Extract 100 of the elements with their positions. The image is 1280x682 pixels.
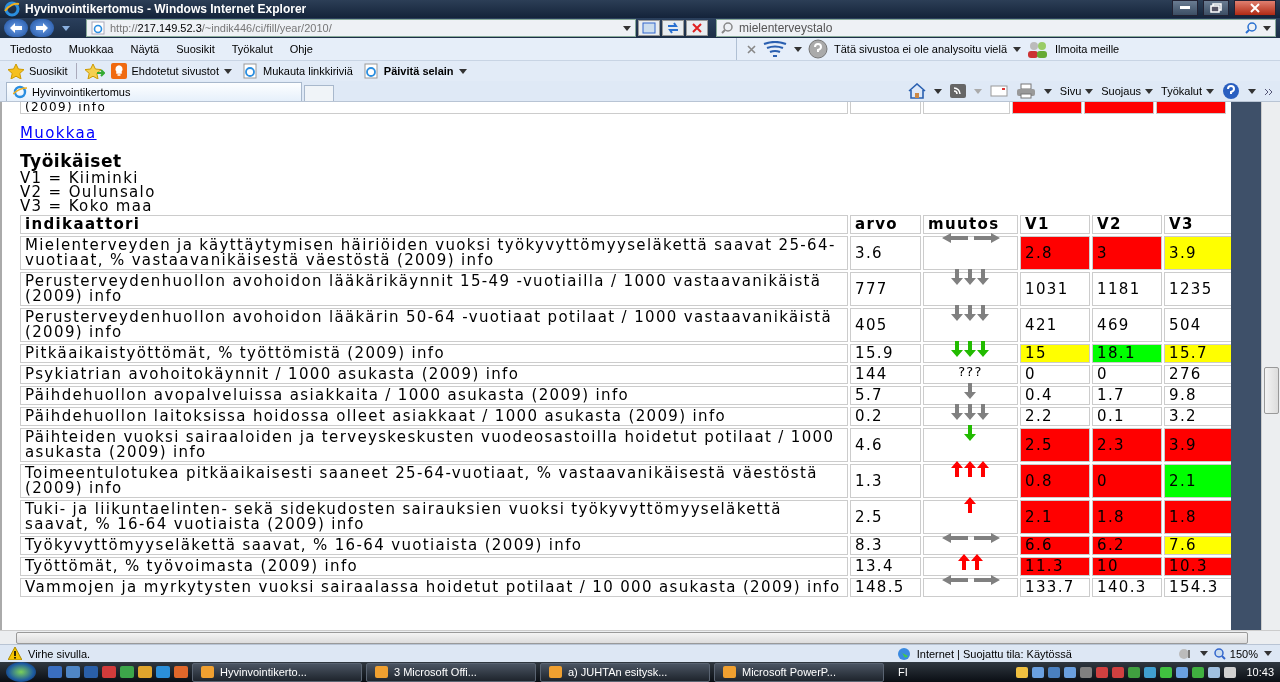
minimize-icon <box>1180 6 1190 10</box>
tray-icon[interactable] <box>1128 666 1141 678</box>
table-cell: 1181 <box>1092 272 1162 306</box>
scroll-thumb[interactable] <box>1264 367 1279 414</box>
table-cell: 15.9 <box>850 344 921 363</box>
table-cell: 7.6 <box>1164 536 1232 555</box>
help-icon[interactable] <box>1222 82 1240 100</box>
mail-icon[interactable] <box>989 85 1008 97</box>
caret-icon[interactable] <box>1263 25 1271 31</box>
wifi-shield-icon[interactable] <box>762 41 788 57</box>
tray-icon[interactable] <box>1016 666 1029 678</box>
vertical-scrollbar[interactable] <box>1261 102 1280 630</box>
table-cell: 144 <box>850 365 921 384</box>
zoom-button[interactable]: 150% <box>1213 647 1258 660</box>
scroll-thumb[interactable] <box>16 632 1248 644</box>
star-icon <box>8 63 24 79</box>
taskbar-button[interactable]: 3 Microsoft Offi... <box>366 662 536 682</box>
caret-icon[interactable] <box>1013 46 1022 52</box>
menu-item[interactable]: Tiedosto <box>10 43 52 55</box>
warning-icon[interactable] <box>8 647 22 660</box>
command-menu[interactable]: Työkalut <box>1161 85 1214 97</box>
minimize-button[interactable] <box>1172 0 1198 16</box>
table-cell: 5.7 <box>850 386 921 405</box>
column-header: V2 <box>1092 215 1162 234</box>
favorites-link[interactable]: Päivitä selain <box>362 63 467 79</box>
page-icon <box>362 63 379 79</box>
table-cell: 6.2 <box>1092 536 1162 555</box>
menu-item[interactable]: Ohje <box>289 43 313 55</box>
table-cell: 10 <box>1092 557 1162 576</box>
printer-icon[interactable] <box>1015 83 1036 99</box>
table-cell: Toimeentulotukea pitkäaikaisesti saaneet 25-64-vuotiaat, % vastaavanikäisestä väestöstä (2009) info <box>20 464 848 498</box>
tray-icon[interactable] <box>1192 666 1205 678</box>
close-button[interactable] <box>1234 0 1276 16</box>
tray-icon[interactable] <box>1160 666 1173 678</box>
feed-icon[interactable] <box>949 84 966 98</box>
table-cell: Päihdehuollon avopalveluissa asiakkaita / 1000 asukasta (2009) info <box>20 386 848 405</box>
menu-item[interactable]: Muokkaa <box>68 43 114 55</box>
taskbar-button[interactable]: Hyvinvointikerto... <box>192 662 362 682</box>
favorites-button[interactable]: Suosikit <box>8 63 68 79</box>
table-cell: 2.5 <box>850 500 921 534</box>
table-cell: 469 <box>1092 308 1162 342</box>
caret-icon[interactable] <box>794 46 802 52</box>
home-icon[interactable] <box>907 83 926 99</box>
table-cell: 11.3 <box>1020 557 1090 576</box>
tray-icon[interactable] <box>1208 666 1221 678</box>
address-field[interactable]: http://217.149.52.3/~indik446/ci/fill/year/2010/ <box>86 19 636 37</box>
browser-tab[interactable]: Hyvinvointikertomus <box>6 82 302 101</box>
menu-item[interactable]: Suosikit <box>176 43 215 55</box>
command-menu[interactable]: Sivu <box>1059 85 1094 97</box>
search-field[interactable]: mielenterveystalo <box>716 19 1276 37</box>
horizontal-scrollbar[interactable] <box>0 630 1280 644</box>
close-icon[interactable] <box>747 44 756 54</box>
table-cell: Vammojen ja myrkytysten vuoksi sairaalassa hoidetut potilaat / 10 000 asukasta (2009) info <box>20 578 848 597</box>
chevron-icon[interactable] <box>1264 88 1274 96</box>
caret-icon[interactable] <box>623 25 631 31</box>
security-zone-text: Internet | Suojattu tila: Käytössä <box>916 647 1072 660</box>
command-menu[interactable]: Suojaus <box>1101 85 1154 97</box>
start-button[interactable] <box>6 662 36 682</box>
table-cell: 3.6 <box>850 236 921 270</box>
menu-item[interactable]: Työkalut <box>231 43 273 55</box>
maximize-button[interactable] <box>1203 0 1229 16</box>
caret-icon <box>1085 88 1094 94</box>
edit-link[interactable]: Muokkaa <box>20 124 97 142</box>
close-icon <box>692 23 702 33</box>
table-cell: (2009) info <box>20 102 848 114</box>
caret-icon[interactable] <box>62 25 70 31</box>
table-cell: Perusterveydenhuollon avohoidon lääkärin 50-64 -vuotiaat potilaat / 1000 vastaavanikäistä (2009) info <box>20 308 848 342</box>
change-text: ??? <box>957 364 984 379</box>
table-cell: Psykiatrian avohoitokäynnit / 1000 asukasta (2009) info <box>20 365 848 384</box>
site-status-menu[interactable]: Tätä sivustoa ei ole analysoitu vielä <box>834 43 1008 55</box>
language-indicator[interactable]: FI <box>898 666 908 678</box>
legend-text: V1 = Kiiminki <box>20 171 139 185</box>
tray-icon[interactable] <box>1224 666 1237 678</box>
tray-icon[interactable] <box>1032 666 1045 678</box>
caret-icon[interactable] <box>933 88 942 94</box>
favorites-link[interactable]: Mukauta linkkiriviä <box>242 63 353 79</box>
suggested-sites-button[interactable]: Ehdotetut sivustot <box>110 63 232 79</box>
column-header: V1 <box>1020 215 1090 234</box>
tray-icon[interactable] <box>1064 666 1077 678</box>
table-cell: 0.8 <box>1020 464 1090 498</box>
report-link[interactable]: Ilmoita meille <box>1055 43 1120 55</box>
caret-icon[interactable] <box>1248 88 1256 94</box>
caret-icon[interactable] <box>1264 651 1272 656</box>
table-cell: 0.4 <box>1020 386 1090 405</box>
back-button[interactable] <box>4 19 28 37</box>
taskbar-button[interactable]: a) JUHTAn esitysk... <box>540 662 710 682</box>
forward-button[interactable] <box>30 19 54 37</box>
table-cell: 2.1 <box>1164 464 1232 498</box>
caret-icon[interactable] <box>1043 88 1052 94</box>
caret-icon[interactable] <box>1199 651 1208 656</box>
tray-icon[interactable] <box>1176 666 1189 678</box>
taskbar-button[interactable]: Microsoft PowerP... <box>714 662 884 682</box>
clock[interactable]: 10:43 <box>1246 666 1274 678</box>
page-icon <box>91 21 105 35</box>
stop-button[interactable] <box>686 20 708 36</box>
menu-item[interactable]: Näytä <box>130 43 160 55</box>
search-icon[interactable] <box>1245 22 1257 34</box>
tray-icon[interactable] <box>1144 666 1157 678</box>
window-title: Hyvinvointikertomus - Windows Internet Explorer <box>25 2 307 16</box>
refresh-button[interactable] <box>662 20 684 36</box>
